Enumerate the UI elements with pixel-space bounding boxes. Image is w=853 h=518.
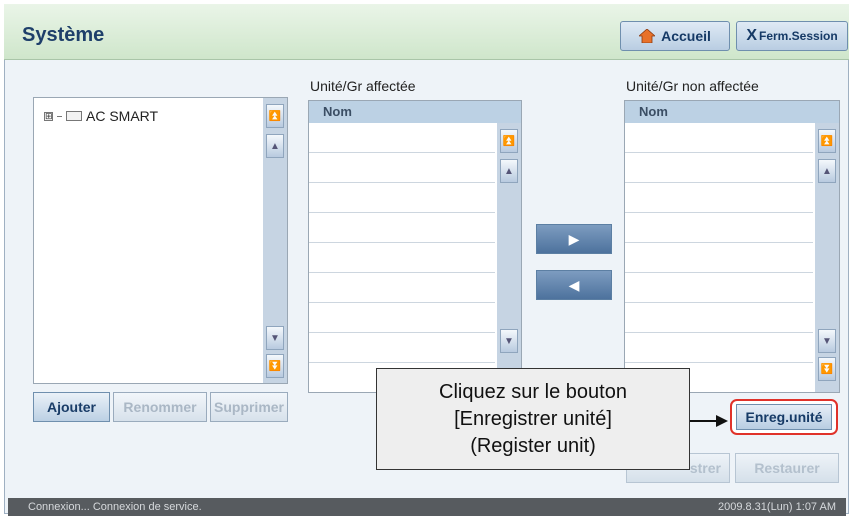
unassigned-list-label: Unité/Gr non affectée bbox=[626, 78, 759, 94]
home-icon bbox=[638, 28, 657, 44]
unassigned-list[interactable]: Nom ⏫ ▲ ▼ ⏬ bbox=[624, 100, 840, 393]
scroll-down-icon[interactable]: ▼ bbox=[266, 326, 284, 350]
page-title: Système bbox=[22, 24, 105, 46]
move-left-button[interactable]: ◀ bbox=[536, 270, 612, 300]
callout-line-3: (Register unit) bbox=[470, 434, 596, 457]
restore-button[interactable]: Restaurer bbox=[735, 453, 839, 483]
register-unit-button[interactable]: Enreg.unité bbox=[736, 404, 832, 430]
tree-item-label: AC SMART bbox=[86, 108, 159, 124]
row-divider bbox=[309, 302, 495, 303]
assigned-list-label: Unité/Gr affectée bbox=[310, 78, 416, 94]
row-divider bbox=[309, 272, 495, 273]
scroll-top-icon[interactable]: ⏫ bbox=[818, 129, 836, 153]
scroll-up-icon[interactable]: ▲ bbox=[500, 159, 518, 183]
unassigned-scrollbar[interactable]: ⏫ ▲ ▼ ⏬ bbox=[815, 123, 839, 392]
scroll-down-icon[interactable]: ▼ bbox=[500, 329, 518, 353]
scroll-up-icon[interactable]: ▲ bbox=[266, 134, 284, 158]
add-button[interactable]: Ajouter bbox=[33, 392, 110, 422]
logout-icon: X bbox=[746, 27, 757, 44]
arrow-left-icon: ◀ bbox=[568, 276, 580, 293]
status-message: Connexion... Connexion de service. bbox=[28, 501, 202, 513]
row-divider bbox=[309, 362, 495, 363]
row-divider bbox=[625, 242, 813, 243]
expand-icon[interactable]: ⊞ bbox=[44, 111, 53, 121]
callout-line-1: Cliquez sur le bouton bbox=[439, 380, 627, 403]
row-divider bbox=[625, 272, 813, 273]
instruction-callout: Cliquez sur le bouton [Enregistrer unité… bbox=[376, 368, 690, 470]
callout-line-2: [Enregistrer unité] bbox=[454, 407, 612, 430]
move-right-button[interactable]: ▶ bbox=[536, 224, 612, 254]
row-divider bbox=[625, 182, 813, 183]
tree-scrollbar[interactable]: ⏫ ▲ ▼ ⏬ bbox=[263, 98, 287, 383]
home-button[interactable]: Accueil bbox=[620, 21, 730, 51]
rename-button[interactable]: Renommer bbox=[113, 392, 207, 422]
row-divider bbox=[625, 212, 813, 213]
tree-item-ac-smart[interactable]: ⊞ AC SMART bbox=[44, 108, 158, 124]
home-button-label: Accueil bbox=[661, 28, 711, 44]
scroll-up-icon[interactable]: ▲ bbox=[818, 159, 836, 183]
title-bar: Système Accueil X Ferm.Session bbox=[4, 4, 849, 60]
arrow-right-icon: ▶ bbox=[568, 230, 580, 247]
callout-arrow-line bbox=[690, 420, 718, 422]
scroll-bottom-icon[interactable]: ⏬ bbox=[818, 357, 836, 381]
unassigned-column-header[interactable]: Nom bbox=[625, 101, 839, 123]
callout-arrow-icon bbox=[716, 415, 728, 427]
row-divider bbox=[309, 152, 495, 153]
row-divider bbox=[309, 212, 495, 213]
row-divider bbox=[625, 362, 813, 363]
tree-connector bbox=[57, 115, 62, 117]
logout-button[interactable]: X Ferm.Session bbox=[736, 21, 848, 51]
logout-button-label: Ferm.Session bbox=[758, 29, 838, 43]
row-divider bbox=[309, 182, 495, 183]
row-divider bbox=[625, 332, 813, 333]
scroll-bottom-icon[interactable]: ⏬ bbox=[266, 354, 284, 378]
assigned-scrollbar[interactable]: ⏫ ▲ ▼ bbox=[497, 123, 521, 392]
scroll-top-icon[interactable]: ⏫ bbox=[500, 129, 518, 153]
register-unit-highlight: Enreg.unité bbox=[730, 399, 838, 435]
row-divider bbox=[625, 302, 813, 303]
scroll-down-icon[interactable]: ▼ bbox=[818, 329, 836, 353]
folder-icon bbox=[66, 111, 82, 121]
scroll-top-icon[interactable]: ⏫ bbox=[266, 104, 284, 128]
row-divider bbox=[625, 152, 813, 153]
row-divider bbox=[309, 332, 495, 333]
status-bar: Connexion... Connexion de service. 2009.… bbox=[8, 498, 846, 516]
status-datetime: 2009.8.31(Lun) 1:07 AM bbox=[717, 501, 836, 513]
row-divider bbox=[309, 242, 495, 243]
delete-button[interactable]: Supprimer bbox=[210, 392, 288, 422]
assigned-list[interactable]: Nom ⏫ ▲ ▼ bbox=[308, 100, 522, 393]
assigned-column-header[interactable]: Nom bbox=[309, 101, 521, 123]
tree-panel: ⊞ AC SMART ⏫ ▲ ▼ ⏬ bbox=[33, 97, 288, 384]
